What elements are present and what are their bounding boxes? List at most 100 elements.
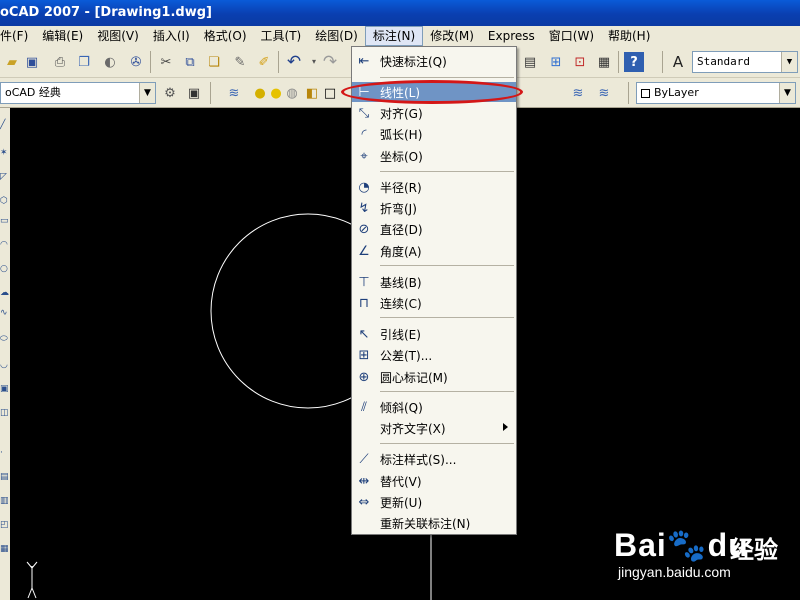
toolbar-separator bbox=[150, 51, 151, 73]
save-icon[interactable]: ▣ bbox=[22, 52, 42, 72]
arc-icon[interactable]: ◠ bbox=[0, 240, 10, 250]
menu-item-leader[interactable]: ↖ 引线(E) bbox=[352, 324, 516, 344]
annotation-ring bbox=[341, 80, 523, 104]
text-style-select[interactable]: Standard ▼ bbox=[692, 51, 798, 73]
rectangle-icon[interactable]: ▭ bbox=[0, 216, 10, 226]
workspace-select[interactable]: oCAD 经典 ▼ bbox=[0, 82, 156, 104]
redo-icon[interactable]: ↷ bbox=[320, 52, 340, 72]
title-bar: oCAD 2007 - [Drawing1.dwg] bbox=[0, 0, 800, 26]
menu-help[interactable]: 帮助(H) bbox=[601, 26, 657, 46]
match-properties-icon[interactable]: ✎ bbox=[230, 52, 250, 72]
menu-item-update[interactable]: ⇔ 更新(U) bbox=[352, 492, 516, 512]
my-workspace-icon[interactable]: ▣ bbox=[184, 83, 204, 103]
menu-item-tolerance[interactable]: ⊞ 公差(T)... bbox=[352, 345, 516, 365]
layer-color-icon[interactable]: □ bbox=[320, 83, 340, 103]
menu-item-label: 角度(A) bbox=[380, 244, 422, 259]
aligned-dimension-icon: ⤡ bbox=[358, 105, 370, 121]
menu-item-align-text[interactable]: 对齐文字(X) bbox=[352, 418, 516, 438]
workspace-settings-icon[interactable]: ⚙ bbox=[160, 83, 180, 103]
construction-line-icon[interactable]: ✶ bbox=[0, 148, 10, 158]
print-icon[interactable]: ⎙ bbox=[50, 52, 70, 72]
menu-view[interactable]: 视图(V) bbox=[90, 26, 146, 46]
menu-format[interactable]: 格式(O) bbox=[197, 26, 254, 46]
menu-item-reassociate[interactable]: 重新关联标注(N) bbox=[352, 513, 516, 533]
spline-icon[interactable]: ∿ bbox=[0, 308, 10, 318]
menu-draw[interactable]: 绘图(D) bbox=[308, 26, 365, 46]
override-icon: ⇹ bbox=[358, 473, 370, 489]
menu-edit[interactable]: 编辑(E) bbox=[35, 26, 90, 46]
hatch-icon[interactable]: ▤ bbox=[0, 472, 10, 482]
menu-item-arc-length[interactable]: ◜ 弧长(H) bbox=[352, 124, 516, 144]
region-icon[interactable]: ◰ bbox=[0, 520, 10, 530]
chevron-down-icon[interactable]: ▼ bbox=[139, 83, 155, 103]
menu-modify[interactable]: 修改(M) bbox=[423, 26, 481, 46]
revision-cloud-icon[interactable]: ☁ bbox=[0, 288, 10, 298]
menu-item-dimension-style[interactable]: ⟋ 标注样式(S)... bbox=[352, 449, 516, 469]
menu-item-label: 直径(D) bbox=[380, 222, 423, 237]
layer-lock-icon[interactable]: ◧ bbox=[302, 83, 322, 103]
point-icon[interactable]: · bbox=[0, 448, 10, 458]
copy-icon[interactable]: ⧉ bbox=[180, 52, 200, 72]
menu-dimension[interactable]: 标注(N) bbox=[364, 26, 424, 46]
menu-express[interactable]: Express bbox=[481, 26, 542, 46]
menu-item-center-mark[interactable]: ⊕ 圆心标记(M) bbox=[352, 367, 516, 387]
oblique-icon: ⫽ bbox=[361, 399, 367, 415]
menu-item-ordinate[interactable]: ⌖ 坐标(O) bbox=[352, 146, 516, 166]
ellipse-icon[interactable]: ⬭ bbox=[0, 334, 10, 344]
cut-icon[interactable]: ✂ bbox=[156, 52, 176, 72]
menu-item-baseline[interactable]: ⊤ 基线(B) bbox=[352, 272, 516, 292]
menu-insert[interactable]: 插入(I) bbox=[146, 26, 197, 46]
help-icon[interactable]: ? bbox=[624, 52, 644, 72]
dimension-menu: ⇤ 快速标注(Q) ⊢ 线性(L) ⤡ 对齐(G) ◜ 弧长(H) ⌖ 坐标(O… bbox=[351, 46, 517, 535]
menu-separator bbox=[380, 443, 514, 444]
calculator-icon[interactable]: ▦ bbox=[594, 52, 614, 72]
design-center-icon[interactable]: ⊞ bbox=[546, 52, 566, 72]
make-block-icon[interactable]: ◫ bbox=[0, 408, 10, 418]
menu-tools[interactable]: 工具(T) bbox=[254, 26, 309, 46]
layer-previous-icon[interactable]: ≋ bbox=[594, 83, 614, 103]
menu-item-aligned[interactable]: ⤡ 对齐(G) bbox=[352, 103, 516, 123]
polyline-icon[interactable]: ◸ bbox=[0, 172, 10, 182]
line-icon[interactable]: ╱ bbox=[0, 120, 10, 130]
menu-item-override[interactable]: ⇹ 替代(V) bbox=[352, 471, 516, 491]
menu-item-quick-dimension[interactable]: ⇤ 快速标注(Q) bbox=[352, 51, 516, 71]
paste-icon[interactable]: ❏ bbox=[204, 52, 224, 72]
layer-manager-icon[interactable]: ≋ bbox=[224, 83, 244, 103]
color-select[interactable]: ByLayer ▼ bbox=[636, 82, 796, 104]
chevron-down-icon[interactable]: ▼ bbox=[779, 83, 795, 103]
diameter-icon: ⊘ bbox=[358, 221, 370, 237]
circle-icon[interactable]: ○ bbox=[0, 264, 10, 274]
menu-window[interactable]: 窗口(W) bbox=[542, 26, 601, 46]
menu-separator bbox=[380, 391, 514, 392]
plot-icon[interactable]: ✇ bbox=[126, 52, 146, 72]
publish-icon[interactable]: ◐ bbox=[100, 52, 120, 72]
properties-icon[interactable]: ▤ bbox=[520, 52, 540, 72]
menu-item-continue[interactable]: ⊓ 连续(C) bbox=[352, 293, 516, 313]
menu-item-jogged[interactable]: ↯ 折弯(J) bbox=[352, 198, 516, 218]
menu-item-label: 替代(V) bbox=[380, 474, 422, 489]
menu-item-diameter[interactable]: ⊘ 直径(D) bbox=[352, 219, 516, 239]
insert-block-icon[interactable]: ▣ bbox=[0, 384, 10, 394]
menu-item-oblique[interactable]: ⫽ 倾斜(Q) bbox=[352, 397, 516, 417]
make-current-icon[interactable]: ≋ bbox=[568, 83, 588, 103]
text-style-icon[interactable]: A bbox=[668, 52, 688, 72]
open-icon[interactable]: ▰ bbox=[2, 52, 22, 72]
menu-item-radius[interactable]: ◔ 半径(R) bbox=[352, 177, 516, 197]
ellipse-arc-icon[interactable]: ◡ bbox=[0, 360, 10, 370]
table-icon[interactable]: ▦ bbox=[0, 544, 10, 554]
block-editor-icon[interactable]: ✐ bbox=[254, 52, 274, 72]
menu-item-label: 倾斜(Q) bbox=[380, 400, 423, 415]
undo-icon[interactable]: ↶ bbox=[284, 52, 304, 72]
gradient-icon[interactable]: ▥ bbox=[0, 496, 10, 506]
menu-item-label: 更新(U) bbox=[380, 495, 423, 510]
preview-icon[interactable]: ❐ bbox=[74, 52, 94, 72]
chevron-down-icon[interactable]: ▼ bbox=[781, 52, 797, 72]
layer-viewport-icon[interactable]: ◍ bbox=[282, 83, 302, 103]
submenu-arrow-icon bbox=[503, 423, 508, 431]
menu-separator bbox=[380, 317, 514, 318]
menu-item-angular[interactable]: ∠ 角度(A) bbox=[352, 241, 516, 261]
menu-file[interactable]: 件(F) bbox=[0, 26, 35, 46]
text-style-value: Standard bbox=[697, 55, 750, 68]
tool-palettes-icon[interactable]: ⊡ bbox=[570, 52, 590, 72]
polygon-icon[interactable]: ⬡ bbox=[0, 196, 10, 206]
